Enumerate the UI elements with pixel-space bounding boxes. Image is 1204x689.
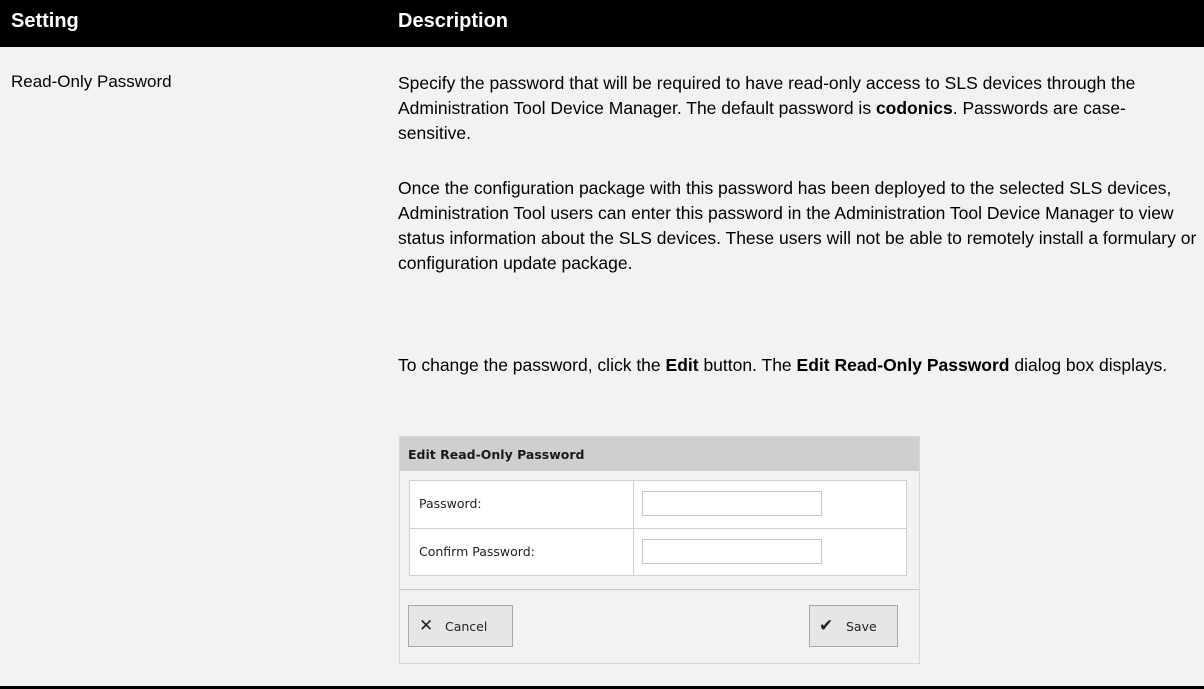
description-paragraph-3: To change the password, click the Edit b…	[398, 353, 1198, 378]
save-button[interactable]: ✔ Save	[809, 605, 898, 647]
paragraph-text: To change the password, click the	[398, 355, 666, 375]
check-icon: ✔	[819, 616, 834, 636]
column-header-setting: Setting	[11, 10, 79, 32]
dialog-title-bar: Edit Read-Only Password	[400, 437, 919, 471]
password-input[interactable]	[642, 491, 822, 516]
description-paragraph-2: Once the configuration package with this…	[398, 178, 1197, 273]
form-row-confirm-password: Confirm Password:	[410, 529, 906, 576]
form-row-password: Password:	[410, 481, 906, 529]
column-header-description: Description	[398, 10, 509, 32]
cancel-button[interactable]: ✕ Cancel	[408, 605, 513, 647]
settings-table: Setting Description Read-Only Password S…	[0, 0, 1204, 689]
paragraph-text: dialog box displays.	[1009, 355, 1168, 375]
close-icon: ✕	[419, 616, 434, 636]
save-button-label: Save	[846, 619, 877, 634]
dialog-title: Edit Read-Only Password	[408, 447, 585, 462]
edit-read-only-password-dialog: Edit Read-Only Password Password: Confir…	[399, 436, 920, 664]
description-paragraph-1: Specify the password that will be requir…	[398, 71, 1198, 146]
dialog-divider	[400, 589, 919, 590]
password-label: Password:	[419, 496, 482, 511]
setting-name: Read-Only Password	[11, 72, 172, 91]
table-header: Setting Description	[0, 0, 1204, 47]
confirm-password-input[interactable]	[642, 539, 822, 564]
default-password-value: codonics	[875, 98, 953, 118]
cancel-button-label: Cancel	[445, 619, 488, 634]
edit-button-reference: Edit	[665, 355, 699, 375]
password-form: Password: Confirm Password:	[409, 480, 907, 576]
dialog-name-reference: Edit Read-Only Password	[796, 355, 1010, 375]
confirm-password-label: Confirm Password:	[419, 544, 535, 559]
paragraph-text: button. The	[698, 355, 797, 375]
